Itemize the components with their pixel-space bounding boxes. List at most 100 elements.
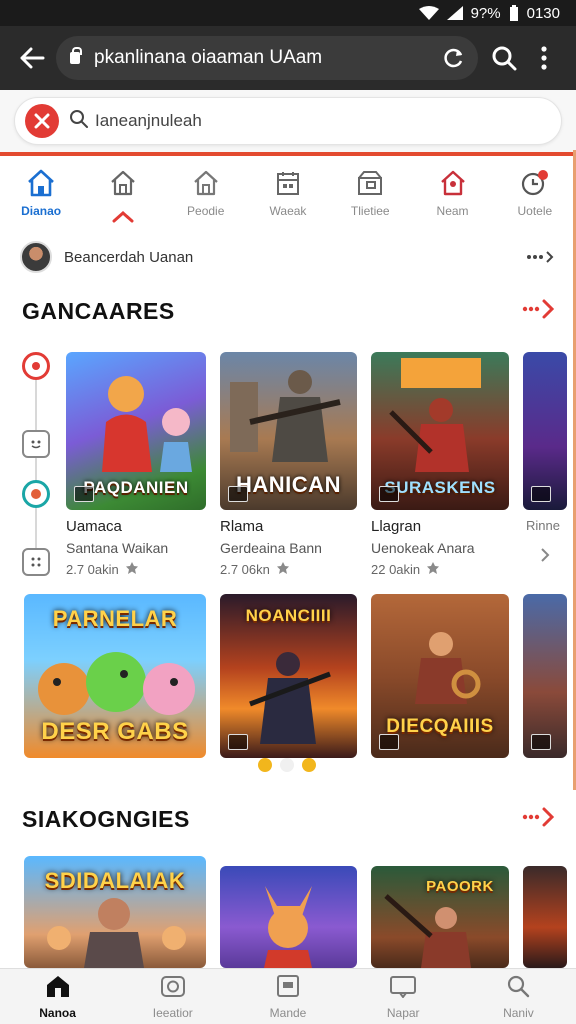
- section-title: SIAKOGNGIES: [22, 806, 190, 832]
- bottom-nav-ieeatior[interactable]: Ieeatior: [115, 969, 230, 1024]
- tab-peodie[interactable]: Peodie: [165, 166, 247, 232]
- game-art-title: PARNELAR: [52, 606, 178, 631]
- badge-icon: [531, 486, 551, 502]
- star-icon: [276, 561, 290, 578]
- see-more-arrow-icon[interactable]: [522, 806, 556, 833]
- bottom-nav-mande[interactable]: Mande: [230, 969, 345, 1024]
- bell-icon[interactable]: [22, 352, 50, 380]
- game-card[interactable]: [523, 866, 567, 968]
- tab-waeak[interactable]: Waeak: [247, 166, 329, 232]
- game-card[interactable]: PAQDANIEN: [66, 352, 206, 510]
- game-card[interactable]: SURASKENS: [371, 352, 509, 510]
- game-card[interactable]: HANICAN: [220, 352, 357, 510]
- game-stat: 22 0akin: [371, 561, 475, 578]
- game-card[interactable]: NOANCIIII: [220, 594, 357, 758]
- tab-home[interactable]: Dianao: [0, 166, 82, 232]
- game-meta: Uamaca Santana Waikan 2.7 0akin: [66, 518, 168, 578]
- game-art-title: PAOORK: [426, 878, 494, 895]
- game-subtitle: Uenokeak Anara: [371, 540, 475, 556]
- badge-icon: [228, 486, 248, 502]
- status-bar: 9?% 0130: [0, 0, 576, 26]
- home-icon: [26, 166, 56, 200]
- browser-toolbar: pkanlinana oiaaman UAam: [0, 26, 576, 90]
- star-icon: [125, 561, 139, 578]
- tab-uotele[interactable]: Uotele: [494, 166, 576, 232]
- avatar[interactable]: [20, 241, 52, 273]
- badge-icon: [379, 734, 399, 750]
- game-title: Uamaca: [66, 518, 122, 535]
- tab-label: Peodie: [187, 204, 225, 218]
- game-card[interactable]: DIECQAIIIS: [371, 594, 509, 758]
- house-icon: [192, 166, 220, 200]
- home-outline-icon: [109, 166, 137, 200]
- search-row: Ianeanjnuleah: [0, 90, 576, 156]
- game-subtitle: Gerdeaina Bann: [220, 540, 322, 556]
- badge-icon: [379, 486, 399, 502]
- game-meta: Rlama Gerdeaina Bann 2.7 06kn: [220, 518, 322, 578]
- bottom-nav-home[interactable]: Nanoa: [0, 969, 115, 1024]
- game-stat-text: 2.7 06kn: [220, 562, 270, 577]
- search-icon: [69, 109, 89, 134]
- game-card[interactable]: [220, 866, 357, 968]
- carousel-dot[interactable]: [258, 758, 272, 772]
- badge-icon: [228, 734, 248, 750]
- record-icon[interactable]: [22, 480, 50, 508]
- tab-label: Neam: [436, 204, 469, 218]
- home-red-icon: [439, 166, 467, 200]
- wifi-icon: [418, 6, 439, 20]
- lock-icon: [70, 47, 82, 64]
- profile-row[interactable]: Beancerdah Uanan: [20, 238, 556, 276]
- bottom-nav-label: Naniv: [503, 1005, 534, 1020]
- reload-icon[interactable]: [440, 44, 468, 72]
- game-stat: 2.7 0akin: [66, 561, 168, 578]
- url-bar[interactable]: pkanlinana oiaaman UAam: [56, 36, 478, 80]
- bottom-nav: Nanoa Ieeatior Mande Napar Naniv: [0, 968, 576, 1024]
- close-icon[interactable]: [25, 104, 59, 138]
- bottom-nav-napar[interactable]: Napar: [346, 969, 461, 1024]
- game-art-title: NOANCIIII: [245, 606, 332, 625]
- section-header-siakongies: SIAKOGNGIES: [22, 806, 556, 833]
- url-text: pkanlinana oiaaman UAam: [94, 47, 323, 68]
- game-card[interactable]: [523, 352, 567, 510]
- carousel-dots[interactable]: [258, 758, 316, 772]
- carousel-dot[interactable]: [302, 758, 316, 772]
- game-art-title: SDIDALAIAK: [44, 868, 186, 893]
- calendar-icon: [275, 166, 301, 200]
- book-icon: [389, 974, 417, 1003]
- back-button[interactable]: [12, 38, 52, 78]
- search-button[interactable]: [484, 38, 524, 78]
- card-icon: [275, 974, 301, 1003]
- see-more-arrow-icon[interactable]: [522, 298, 556, 325]
- search-icon: [506, 974, 530, 1003]
- star-icon: [426, 561, 440, 578]
- game-card[interactable]: PAOORK: [371, 866, 509, 968]
- tab-home-outline[interactable]: [82, 166, 164, 232]
- game-title: Llagran: [371, 518, 422, 535]
- clock-time: 0130: [526, 4, 560, 22]
- clock-icon: [520, 166, 550, 200]
- game-card[interactable]: SDIDALAIAK: [24, 856, 206, 968]
- more-chevron-icon[interactable]: [526, 250, 556, 264]
- bottom-nav-label: Mande: [269, 1005, 307, 1020]
- game-card[interactable]: PARNELAR DESR GABS: [24, 594, 206, 758]
- search-input[interactable]: Ianeanjnuleah: [14, 97, 562, 145]
- tab-tlietiee[interactable]: Tlietiee: [329, 166, 411, 232]
- carousel-dot[interactable]: [280, 758, 294, 772]
- battery-icon: [509, 5, 519, 21]
- game-subtitle: Santana Waikan: [66, 540, 169, 556]
- chevron-right-icon[interactable]: [540, 547, 570, 568]
- side-rail: [20, 348, 52, 580]
- tab-neam[interactable]: Neam: [411, 166, 493, 232]
- tab-label: Waeak: [269, 204, 307, 218]
- bottom-nav-naniv[interactable]: Naniv: [461, 969, 576, 1024]
- signal-icon: [446, 6, 463, 20]
- badge-icon: [531, 734, 551, 750]
- menu-kebab-button[interactable]: [524, 38, 564, 78]
- badge-icon: [74, 486, 94, 502]
- game-art-title: DESR GABS: [41, 718, 189, 745]
- section-title: GANCAARES: [22, 298, 175, 324]
- chat-face-icon[interactable]: [22, 430, 50, 458]
- game-card[interactable]: [523, 594, 567, 758]
- battery-percent: 9?%: [470, 4, 501, 22]
- dice-icon[interactable]: [22, 548, 50, 576]
